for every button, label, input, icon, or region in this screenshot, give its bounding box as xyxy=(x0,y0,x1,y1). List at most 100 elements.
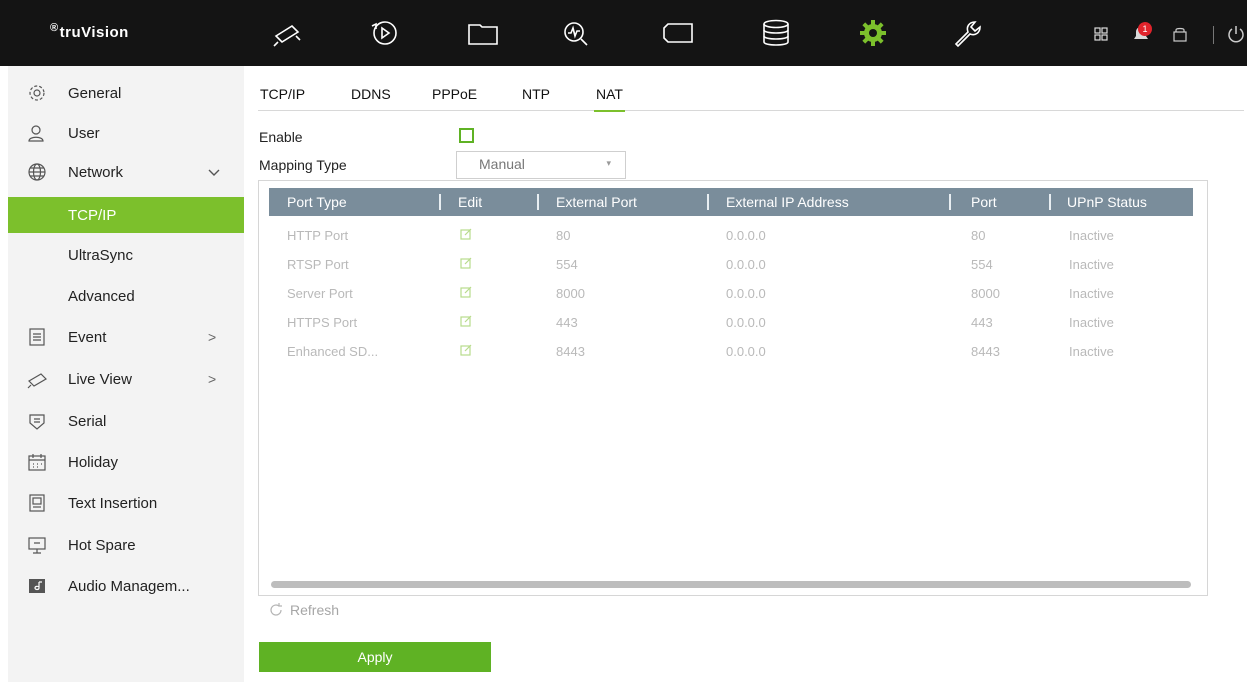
mapping-type-label: Mapping Type xyxy=(259,157,347,173)
column-external-port: External Port xyxy=(556,194,637,210)
table-row[interactable]: RTSP Port 554 0.0.0.0 554 Inactive xyxy=(269,251,1193,279)
folder-icon[interactable] xyxy=(466,18,500,48)
wrench-icon[interactable] xyxy=(950,18,984,48)
grid-icon[interactable] xyxy=(1094,27,1108,41)
sidebar-item-live-view[interactable]: Live View > xyxy=(8,360,244,398)
network-tabs: TCP/IP DDNS PPPoE NTP NAT xyxy=(258,78,1244,112)
column-separator xyxy=(439,194,441,210)
sidebar-item-text-insertion[interactable]: Text Insertion xyxy=(8,484,244,522)
sidebar-item-hot-spare[interactable]: Hot Spare xyxy=(8,526,244,564)
sidebar-item-label: Hot Spare xyxy=(68,536,136,554)
refresh-button[interactable]: Refresh xyxy=(268,602,339,618)
sidebar-item-network[interactable]: Network xyxy=(8,153,244,191)
sidebar-item-label: TCP/IP xyxy=(68,206,117,224)
chevron-right-icon: > xyxy=(208,371,217,387)
tab-ntp[interactable]: NTP xyxy=(522,86,550,102)
edit-icon[interactable] xyxy=(460,286,472,298)
cell-port-type: Enhanced SD... xyxy=(287,344,379,359)
edit-icon[interactable] xyxy=(460,344,472,356)
cell-external-port: 443 xyxy=(556,315,578,330)
edit-icon[interactable] xyxy=(460,315,472,327)
table-row[interactable]: HTTPS Port 443 0.0.0.0 443 Inactive xyxy=(269,309,1193,337)
table-header: Port Type Edit External Port External IP… xyxy=(269,188,1193,216)
playback-icon[interactable] xyxy=(368,18,402,48)
cell-upnp-status: Inactive xyxy=(1069,228,1114,243)
column-separator xyxy=(949,194,951,210)
nat-port-table: Port Type Edit External Port External IP… xyxy=(258,180,1208,596)
sidebar-item-label: Serial xyxy=(68,412,107,430)
enable-checkbox[interactable] xyxy=(459,128,474,143)
notification-badge: 1 xyxy=(1138,22,1152,36)
tab-pppoe[interactable]: PPPoE xyxy=(432,86,477,102)
sidebar-item-event[interactable]: Event > xyxy=(8,318,244,356)
cell-port-type: HTTP Port xyxy=(287,228,349,243)
cell-external-port: 554 xyxy=(556,257,578,272)
sidebar-item-audio-management[interactable]: Audio Managem... xyxy=(8,567,244,605)
cell-port: 8443 xyxy=(971,344,1000,359)
cell-external-ip: 0.0.0.0 xyxy=(726,315,766,330)
apply-button[interactable]: Apply xyxy=(259,642,491,672)
cell-port-type: Server Port xyxy=(287,286,353,301)
cell-external-port: 80 xyxy=(556,228,571,243)
column-separator xyxy=(707,194,709,210)
column-external-ip: External IP Address xyxy=(726,194,849,210)
sidebar-item-label: User xyxy=(68,124,100,142)
camera-icon[interactable] xyxy=(270,18,304,48)
cell-port: 443 xyxy=(971,315,993,330)
sidebar-item-label: Holiday xyxy=(68,453,119,471)
table-row[interactable]: Server Port 8000 0.0.0.0 8000 Inactive xyxy=(269,280,1193,308)
cell-external-ip: 0.0.0.0 xyxy=(726,344,766,359)
sidebar-item-tcpip[interactable]: TCP/IP xyxy=(8,197,244,233)
column-separator xyxy=(537,194,539,210)
mapping-type-select[interactable]: Manual ▾ xyxy=(456,151,626,179)
mapping-type-value: Manual xyxy=(479,156,525,172)
database-icon[interactable] xyxy=(759,18,793,48)
sidebar-item-user[interactable]: User xyxy=(8,114,244,152)
cell-port: 8000 xyxy=(971,286,1000,301)
cell-upnp-status: Inactive xyxy=(1069,315,1114,330)
lock-icon[interactable] xyxy=(1172,26,1188,42)
cell-port: 554 xyxy=(971,257,993,272)
tab-tcpip[interactable]: TCP/IP xyxy=(260,86,305,102)
sidebar-item-label: Event xyxy=(68,328,107,346)
sidebar-item-label: Advanced xyxy=(68,287,135,305)
sidebar-item-label: Network xyxy=(68,163,124,181)
text-insertion-icon xyxy=(26,492,48,514)
power-icon[interactable] xyxy=(1226,24,1247,44)
sidebar-item-holiday[interactable]: Holiday xyxy=(8,443,244,481)
column-separator xyxy=(1049,194,1051,210)
cell-upnp-status: Inactive xyxy=(1069,344,1114,359)
edit-icon[interactable] xyxy=(460,257,472,269)
cell-external-port: 8443 xyxy=(556,344,585,359)
column-upnp-status: UPnP Status xyxy=(1067,194,1147,210)
chevron-right-icon: > xyxy=(208,329,217,345)
tab-ddns[interactable]: DDNS xyxy=(351,86,391,102)
video-tag-icon[interactable] xyxy=(661,18,695,48)
cell-port-type: HTTPS Port xyxy=(287,315,358,330)
logo-text: truVision xyxy=(59,24,129,41)
sidebar-item-serial[interactable]: Serial xyxy=(8,402,244,440)
sidebar-item-label: Audio Managem... xyxy=(68,577,190,595)
search-analytics-icon[interactable] xyxy=(559,18,593,48)
calendar-icon xyxy=(26,451,48,473)
serial-icon xyxy=(26,410,48,432)
sidebar-item-label: Text Insertion xyxy=(68,494,158,512)
sidebar-item-advanced[interactable]: Advanced xyxy=(8,278,244,314)
edit-icon[interactable] xyxy=(460,228,472,240)
horizontal-scrollbar[interactable] xyxy=(271,581,1191,588)
tab-nat[interactable]: NAT xyxy=(594,86,625,112)
cell-external-port: 8000 xyxy=(556,286,585,301)
settings-gear-icon[interactable] xyxy=(856,18,890,48)
cell-upnp-status: Inactive xyxy=(1069,286,1114,301)
column-port-type: Port Type xyxy=(287,194,347,210)
sidebar-item-ultrasync[interactable]: UltraSync xyxy=(8,237,244,273)
sidebar-item-label: Live View xyxy=(68,370,132,388)
cell-external-ip: 0.0.0.0 xyxy=(726,228,766,243)
table-row[interactable]: Enhanced SD... 8443 0.0.0.0 8443 Inactiv… xyxy=(269,338,1193,366)
bell-icon[interactable]: 1 xyxy=(1130,22,1152,44)
truvision-logo: ®truVision xyxy=(50,22,129,41)
sidebar-item-general[interactable]: General xyxy=(8,74,244,112)
table-row[interactable]: HTTP Port 80 0.0.0.0 80 Inactive xyxy=(269,222,1193,250)
chevron-down-icon: ▾ xyxy=(606,158,611,168)
globe-icon xyxy=(26,161,48,183)
